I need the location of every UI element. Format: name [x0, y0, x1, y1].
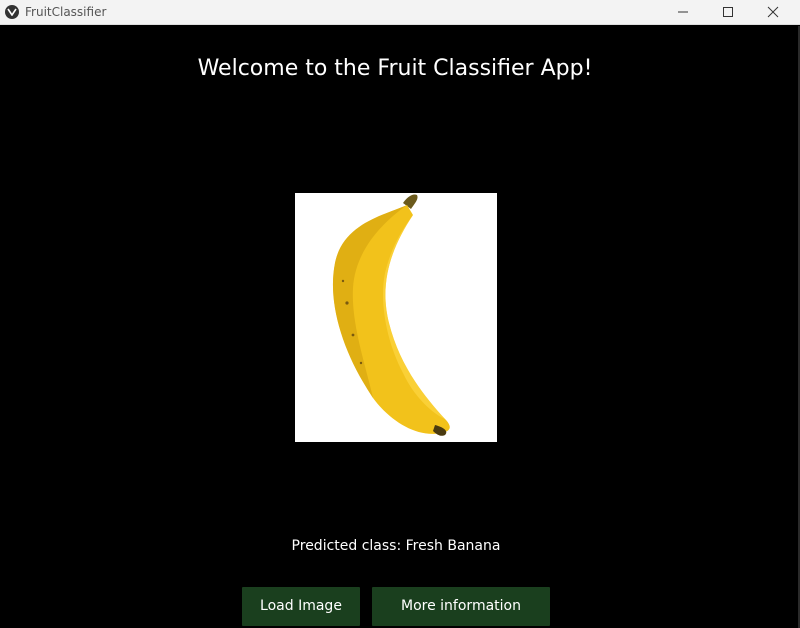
title-bar[interactable]: FruitClassifier [0, 0, 800, 25]
close-icon [767, 6, 779, 18]
minimize-button[interactable] [660, 0, 706, 24]
load-image-button[interactable]: Load Image [242, 587, 360, 626]
minimize-icon [678, 11, 688, 13]
fruit-image [295, 193, 497, 442]
app-window: FruitClassifier Welcome to the Fruit Cla… [0, 0, 800, 628]
maximize-icon [723, 7, 733, 17]
banana-illustration [332, 194, 450, 436]
page-title: Welcome to the Fruit Classifier App! [197, 56, 593, 81]
app-content: Welcome to the Fruit Classifier App! Pre… [0, 26, 800, 628]
more-information-button[interactable]: More information [372, 587, 550, 626]
close-button[interactable] [750, 0, 796, 24]
window-title: FruitClassifier [25, 5, 107, 19]
maximize-button[interactable] [705, 0, 751, 24]
app-logo-icon [5, 5, 19, 19]
prediction-label: Predicted class: Fresh Banana [291, 538, 501, 554]
